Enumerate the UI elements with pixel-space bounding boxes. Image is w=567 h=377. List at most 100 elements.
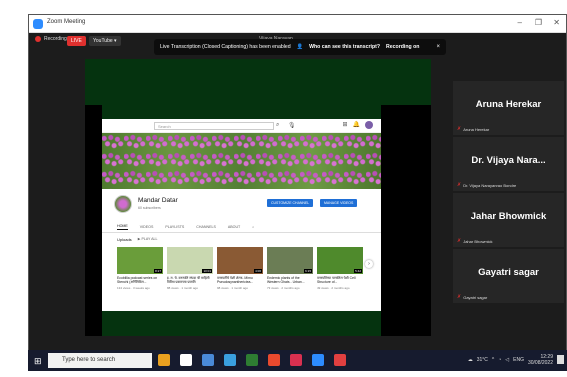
participant-tile[interactable]: Gayatri sagar ✗ Gayatri sagar (453, 249, 564, 303)
video-title[interactable]: Ecobillia podcast series on Stenchi (अर्… (117, 276, 163, 285)
channel-name: Mandar Datar (138, 197, 178, 204)
video-card[interactable]: 10:01 इ. म. चे. वनस्पति संपदा ची माहिती व… (167, 247, 213, 290)
participant-label-text: Jahar Bhowmick (463, 238, 493, 244)
video-title[interactable]: इ. म. चे. वनस्पति संपदा ची माहिती विविध … (167, 276, 213, 285)
youtube-search-input[interactable]: Search (154, 122, 274, 130)
taskbar-app-icon[interactable] (158, 354, 170, 366)
clock[interactable]: 12:29 30/08/2022 (528, 354, 553, 366)
channel-tabs: HOME VIDEOS PLAYLISTS CHANNELS ABOUT ⌕ (102, 221, 381, 233)
manage-videos-button[interactable]: MANAGE VIDEOS (320, 199, 358, 207)
video-thumbnail[interactable]: 8:27 (117, 247, 163, 274)
taskbar-app-icon[interactable] (202, 354, 214, 366)
tray-chevron-icon[interactable]: ^ (492, 357, 494, 363)
close-button[interactable]: ✕ (553, 18, 560, 27)
volume-icon[interactable]: ◁ (505, 357, 509, 363)
title-bar: Zoom Meeting – ❐ ✕ (29, 15, 566, 33)
info-icon: 👤 (296, 44, 304, 50)
tab-videos[interactable]: VIDEOS (140, 225, 154, 229)
video-meta: 88 views · 1 month ago (167, 286, 199, 290)
uploads-heading: Uploads (117, 237, 132, 242)
avatar[interactable] (365, 121, 373, 129)
minimize-button[interactable]: – (518, 18, 522, 27)
mic-muted-icon: ✗ (457, 182, 462, 188)
subscriber-count: 60 subscribers (138, 206, 161, 210)
restore-button[interactable]: ❐ (535, 18, 542, 27)
video-card[interactable]: 8:27 Ecobillia podcast series on Stenchi … (117, 247, 163, 290)
video-card[interactable]: 6:15 Endemic plants of the Western Ghats … (267, 247, 313, 290)
taskbar-app-icon[interactable] (268, 354, 280, 366)
mic-muted-icon: ✗ (457, 126, 462, 132)
video-duration: 10:01 (202, 269, 212, 273)
mic-icon[interactable]: 🎙 (288, 122, 296, 129)
video-shelf: 8:27 Ecobillia podcast series on Stenchi … (117, 247, 367, 290)
participant-tile[interactable]: Dr. Vijaya Nara... ✗ Dr. Vijaya Narayanrao… (453, 137, 564, 191)
uploads-section: Uploads ▶ PLAY ALL (102, 233, 381, 242)
tab-playlists[interactable]: PLAYLISTS (165, 225, 184, 229)
taskbar-apps (158, 354, 346, 366)
video-thumbnail[interactable]: 6:15 (267, 247, 313, 274)
participant-tile[interactable]: Aruna Herekar ✗ Aruna Herekar (453, 81, 564, 135)
windows-taskbar: ⊞ ⌕ Type here to search ☁ 31°C ^ ◔ ◁ ENG… (28, 350, 567, 371)
taskbar-app-icon[interactable] (312, 354, 324, 366)
language-indicator[interactable]: ENG (513, 357, 524, 363)
taskbar-app-icon[interactable] (180, 354, 192, 366)
banner-close-icon[interactable]: × (436, 44, 440, 50)
header-icons: ⊞ 🔔 (342, 121, 373, 129)
channel-avatar[interactable] (114, 195, 132, 213)
tab-about[interactable]: ABOUT (228, 225, 240, 229)
customize-channel-button[interactable]: CUSTOMIZE CHANNEL (267, 199, 314, 207)
participant-name: Jahar Bhowmick (470, 211, 547, 222)
notification-icon[interactable] (557, 355, 564, 364)
video-meta: 73 views · 2 months ago (267, 286, 300, 290)
record-dot-icon (35, 36, 41, 42)
tab-channels[interactable]: CHANNELS (196, 225, 216, 229)
taskbar-app-icon[interactable] (224, 354, 236, 366)
participant-label-text: Gayatri sagar (463, 294, 488, 300)
network-icon[interactable]: ◔ (498, 357, 501, 363)
video-duration: 4:06 (254, 269, 262, 273)
video-meta: 134 views · 3 weeks ago (117, 286, 150, 290)
weather-icon[interactable]: ☁ (468, 357, 473, 363)
recording-label: Recording (44, 36, 67, 42)
play-all-button[interactable]: ▶ PLAY ALL (138, 237, 158, 242)
banner-text: Live Transcription (Closed Captioning) h… (160, 44, 291, 50)
video-card[interactable]: 5:42 वनस्पतिंच्या पानातिल पेशी Cell Struc… (317, 247, 363, 290)
letterbox-left (85, 105, 102, 336)
play-all-label: PLAY ALL (141, 237, 158, 241)
youtube-dropdown[interactable]: YouTube ▾ (89, 36, 121, 46)
taskbar-app-icon[interactable] (290, 354, 302, 366)
video-thumbnail[interactable]: 4:06 (217, 247, 263, 274)
channel-search-icon[interactable]: ⌕ (252, 225, 254, 229)
participant-name: Aruna Herekar (475, 99, 542, 110)
system-tray: ☁ 31°C ^ ◔ ◁ ENG 12:29 30/08/2022 (468, 354, 553, 366)
taskbar-app-icon[interactable] (246, 354, 258, 366)
participant-name: Dr. Vijaya Nara... (471, 155, 546, 166)
video-card[interactable]: 4:06 वनस्पतींचे पेशी शेल्फ- Mimu Pseudosy… (217, 247, 263, 290)
video-thumbnail[interactable]: 10:01 (167, 247, 213, 274)
search-icon[interactable]: ⌕ (276, 122, 279, 129)
transcription-banner: Live Transcription (Closed Captioning) h… (154, 39, 446, 55)
video-duration: 6:15 (304, 269, 312, 273)
create-icon[interactable]: ⊞ (342, 121, 347, 129)
video-title[interactable]: वनस्पतींचे पेशी शेल्फ- Mimu Pseudosynant… (217, 276, 263, 285)
windows-start-icon[interactable]: ⊞ (34, 356, 42, 367)
banner-recording: Recording on (386, 44, 420, 50)
recording-indicator[interactable]: Recording (35, 36, 67, 42)
participant-label-text: Aruna Herekar (463, 126, 490, 132)
video-title[interactable]: Endemic plants of the Western Ghats - Ur… (267, 276, 313, 285)
video-title[interactable]: वनस्पतिंच्या पानातिल पेशी Cell Structure… (317, 276, 363, 285)
youtube-page: Search ⌕ 🎙 ⊞ 🔔 Mandar Datar 60 subscribe… (102, 119, 381, 311)
participant-tile[interactable]: Jahar Bhowmick ✗ Jahar Bhowmick (453, 193, 564, 247)
next-arrow-icon[interactable]: › (365, 260, 373, 268)
mic-muted-icon: ✗ (457, 294, 462, 300)
participant-name: Gayatri sagar (478, 267, 539, 278)
letterbox-right (381, 105, 431, 336)
taskbar-app-icon[interactable] (334, 354, 346, 366)
video-duration: 8:27 (154, 269, 162, 273)
taskbar-search-input[interactable]: Type here to search (48, 353, 152, 368)
transcript-link[interactable]: Who can see this transcript? (309, 44, 380, 50)
tab-home[interactable]: HOME (117, 224, 128, 230)
bell-icon[interactable]: 🔔 (353, 121, 360, 129)
video-thumbnail[interactable]: 5:42 (317, 247, 363, 274)
participant-label: ✗ Aruna Herekar (457, 126, 489, 132)
